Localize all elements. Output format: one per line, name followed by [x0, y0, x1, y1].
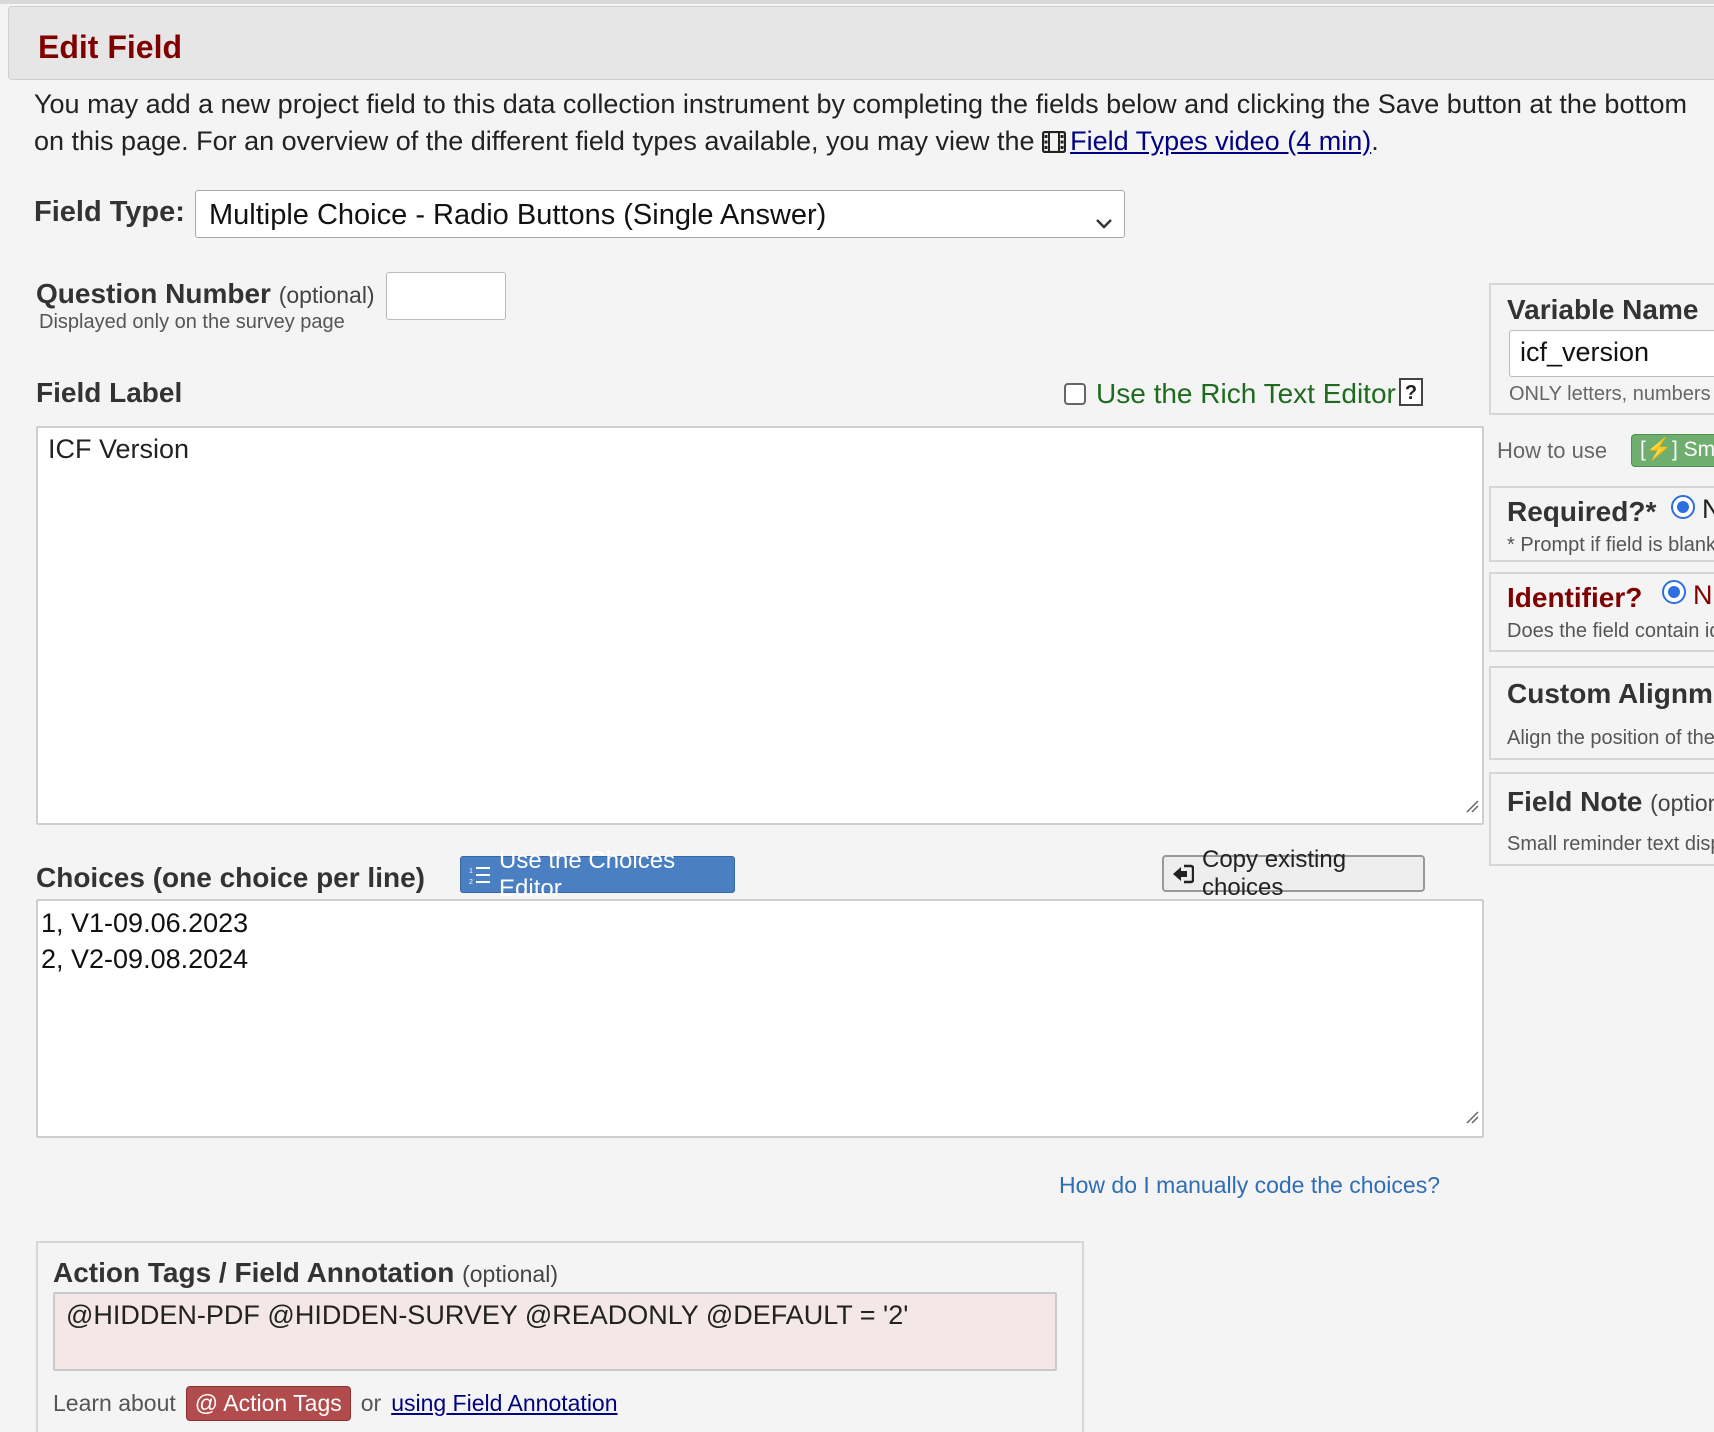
- action-tags-badge[interactable]: @ Action Tags: [185, 1386, 351, 1421]
- help-icon[interactable]: ?: [1399, 378, 1423, 406]
- intro-trailing: .: [1371, 126, 1379, 156]
- required-no-radio[interactable]: [1671, 495, 1695, 519]
- intro-text: You may add a new project field to this …: [34, 86, 1714, 163]
- identifier-no-radio[interactable]: [1662, 580, 1686, 604]
- identifier-label: Identifier?: [1507, 582, 1643, 613]
- copy-choices-button[interactable]: Copy existing choices: [1162, 846, 1425, 901]
- resize-grip-icon[interactable]: [1465, 789, 1479, 820]
- variable-name-label: Variable Name: [1507, 294, 1699, 325]
- choices-editor-label: Use the Choices Editor: [499, 846, 676, 902]
- question-number-title: Question Number: [36, 278, 271, 309]
- question-number-label: Question Number (optional): [36, 278, 375, 310]
- question-number-input[interactable]: [386, 272, 506, 320]
- manual-coding-help-link[interactable]: How do I manually code the choices?: [1059, 1172, 1440, 1199]
- field-type-select[interactable]: Multiple Choice - Radio Buttons (Single …: [195, 190, 1125, 238]
- field-label-title: Field Label: [36, 377, 183, 408]
- list-icon: 12: [469, 865, 491, 885]
- question-number-optional: (optional): [278, 282, 375, 308]
- field-note-optional: (option: [1650, 790, 1714, 816]
- dialog-header: Edit Field: [8, 6, 1714, 80]
- field-label-value: ICF Version: [48, 434, 190, 464]
- action-tags-label: Action Tags / Field Annotation (optional…: [53, 1257, 558, 1289]
- variable-name-note: ONLY letters, numbers: [1509, 383, 1711, 405]
- choice-line: 1, V1-09.06.2023: [41, 908, 249, 938]
- custom-alignment-note: Align the position of the: [1507, 727, 1714, 749]
- smart-variables-button[interactable]: [⚡] Sma: [1631, 434, 1714, 467]
- resize-grip-icon[interactable]: [1465, 1097, 1479, 1133]
- action-tags-title: Action Tags / Field Annotation: [53, 1257, 455, 1288]
- learn-about-row: Learn about @ Action Tags or using Field…: [53, 1386, 618, 1421]
- learn-about-text: Learn about: [53, 1390, 176, 1416]
- field-annotation-link[interactable]: using Field Annotation: [391, 1390, 617, 1417]
- field-type-label: Field Type:: [34, 196, 185, 228]
- variable-name-input[interactable]: icf_version: [1509, 330, 1714, 377]
- identifier-no-label: N: [1693, 580, 1713, 610]
- intro-line-2: on this page. For an overview of the dif…: [34, 123, 1714, 163]
- dialog-title: Edit Field: [38, 29, 182, 65]
- required-no-label: N: [1702, 494, 1714, 524]
- rich-text-editor-toggle[interactable]: Use the Rich Text Editor: [1064, 378, 1396, 410]
- choices-label: Choices (one choice per line): [36, 862, 425, 893]
- required-note: * Prompt if field is blank: [1507, 534, 1714, 556]
- choice-line: 2, V2-09.08.2024: [41, 944, 249, 974]
- required-label: Required?*: [1507, 496, 1657, 527]
- field-note-note: Small reminder text disp: [1507, 833, 1714, 855]
- intro-line-1: You may add a new project field to this …: [34, 89, 1687, 119]
- identifier-note: Does the field contain id: [1507, 620, 1714, 642]
- field-note-title: Field Note: [1507, 786, 1643, 817]
- copy-choices-label: Copy existing choices: [1202, 845, 1347, 901]
- film-icon: [1041, 126, 1067, 163]
- chevron-down-icon: [1094, 205, 1114, 238]
- how-to-use-text: How to use: [1497, 438, 1608, 463]
- choices-editor-button[interactable]: 12 Use the Choices Editor: [460, 847, 735, 902]
- top-strip: [0, 0, 1714, 4]
- action-tags-input[interactable]: @HIDDEN-PDF @HIDDEN-SURVEY @READONLY @DE…: [53, 1292, 1057, 1371]
- choices-textarea[interactable]: 1, V1-09.06.2023 2, V2-09.08.2024: [36, 899, 1484, 1138]
- field-types-video-link[interactable]: Field Types video (4 min): [1070, 126, 1371, 156]
- intro-line-2-text: on this page. For an overview of the dif…: [34, 126, 1035, 156]
- rich-text-label: Use the Rich Text Editor: [1096, 378, 1396, 409]
- field-note-label: Field Note (option: [1507, 786, 1714, 818]
- question-number-sublabel: Displayed only on the survey page: [39, 311, 345, 333]
- field-type-selected: Multiple Choice - Radio Buttons (Single …: [209, 199, 827, 231]
- sign-in-icon: [1172, 864, 1194, 884]
- svg-text:1: 1: [469, 868, 473, 875]
- field-label-textarea[interactable]: ICF Version: [36, 426, 1484, 825]
- custom-alignment-label: Custom Alignme: [1507, 678, 1714, 709]
- or-text: or: [360, 1390, 382, 1416]
- rich-text-checkbox[interactable]: [1064, 383, 1086, 405]
- action-tags-optional: (optional): [462, 1261, 558, 1287]
- svg-text:2: 2: [469, 879, 473, 885]
